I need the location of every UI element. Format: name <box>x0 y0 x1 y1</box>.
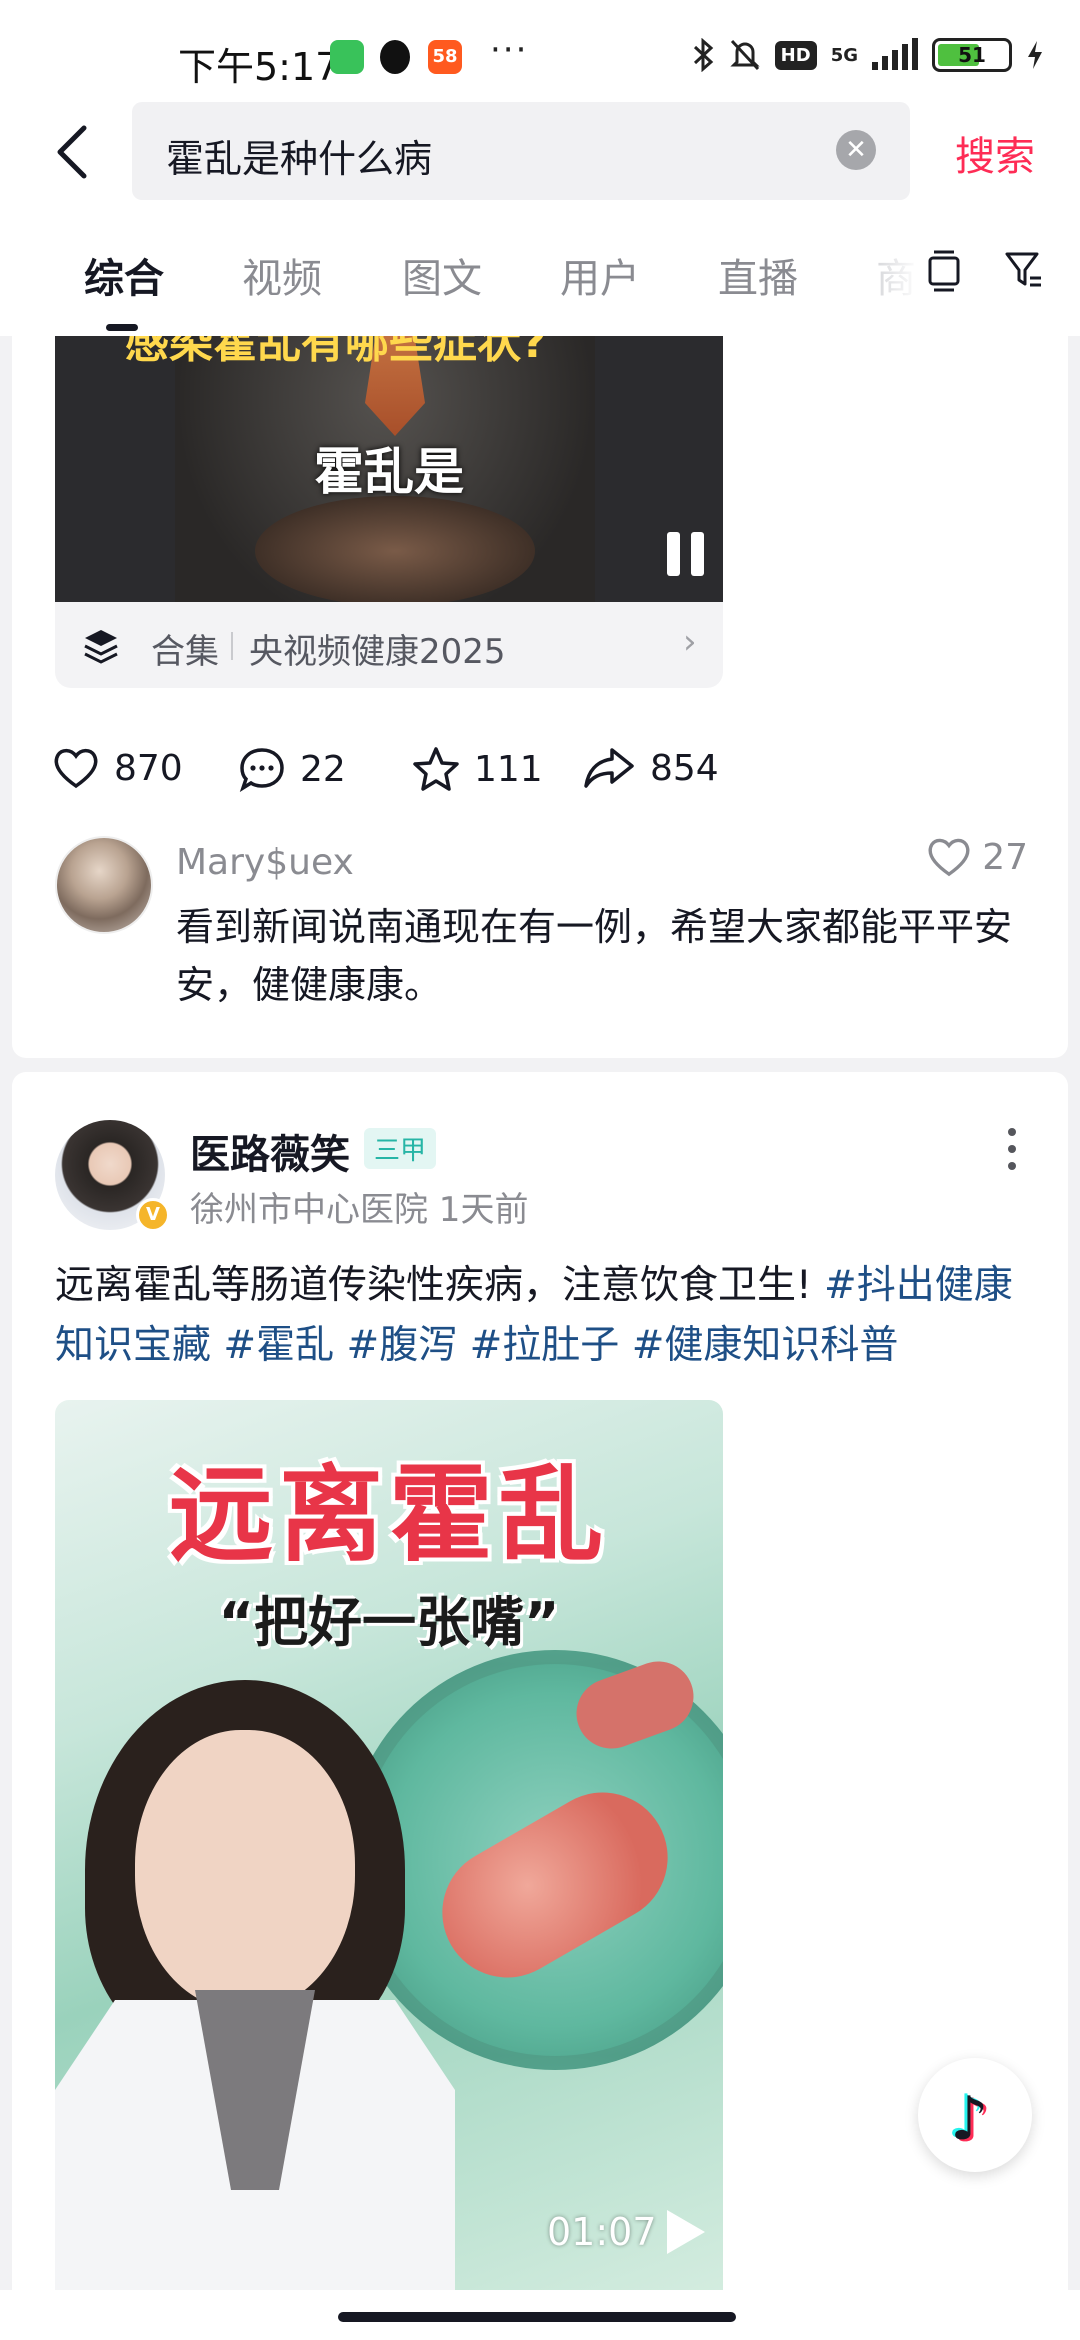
video-player[interactable]: 感染霍乱有哪些症状? 霍乱是 <box>55 336 723 602</box>
tab-comprehensive[interactable]: 综合 <box>84 246 164 304</box>
comment-like-count: 27 <box>982 836 1028 878</box>
cover-title: 远离霍乱 <box>168 1454 609 1576</box>
clear-icon[interactable]: ✕ <box>836 130 876 170</box>
pause-icon[interactable] <box>667 532 707 576</box>
post-caption: 远离霍乱等肠道传染性疾病，注意饮食卫生! #抖出健康知识宝藏 #霍乱 #腹泻 #… <box>55 1256 1035 1376</box>
filter-icon[interactable] <box>1004 248 1044 292</box>
58-app-icon: 58 <box>428 40 462 74</box>
result-card-1: 感染霍乱有哪些症状? 霍乱是 合集 央视频健康2025 › 870 22 111… <box>12 336 1068 1058</box>
collection-name: 央视频健康2025 <box>249 632 506 672</box>
avatar[interactable] <box>55 836 153 934</box>
comment-like-button[interactable]: 27 <box>926 836 1028 878</box>
star-icon <box>413 747 459 791</box>
douyin-logo-icon: ♪ <box>950 2084 989 2154</box>
douyin-float-button[interactable]: ♪ <box>918 2058 1032 2172</box>
layers-icon <box>84 630 118 664</box>
status-bar: 下午5:17 58 ··· HD 5G 51 <box>0 0 1080 100</box>
status-right-group: HD 5G 51 <box>693 38 1044 72</box>
battery-icon: 51 <box>932 38 1012 72</box>
status-more-dots: ··· <box>490 30 529 70</box>
result-tabs: 综合 视频 图文 用户 直播 商 <box>0 210 1080 336</box>
hashtag-link[interactable]: #健康知识科普 <box>632 1323 899 1368</box>
bluetooth-icon <box>693 38 713 72</box>
video-cover[interactable]: 远离霍乱 “把好一张嘴” 01:07 <box>55 1400 723 2290</box>
tab-indicator <box>106 324 138 331</box>
search-input[interactable]: 霍乱是种什么病 ✕ <box>132 102 910 200</box>
favorite-button[interactable]: 111 <box>412 746 543 792</box>
charging-icon <box>1028 41 1042 69</box>
tab-live[interactable]: 直播 <box>718 246 798 304</box>
home-indicator[interactable] <box>338 2312 736 2322</box>
share-icon <box>584 748 634 788</box>
chevron-right-icon: › <box>683 622 697 662</box>
top-comment[interactable]: Mary$uex 27 看到新闻说南通现在有一例，希望大家都能平平安安，健健康康… <box>12 836 1068 1026</box>
comment-text: 看到新闻说南通现在有一例，希望大家都能平平安安，健健康康。 <box>176 905 1013 1007</box>
video-caption: 霍乱是 <box>314 443 464 501</box>
search-button[interactable]: 搜索 <box>955 124 1035 182</box>
doctor-image <box>55 1660 475 2290</box>
tab-fade <box>860 210 920 336</box>
comment-icon <box>239 748 284 792</box>
status-time: 下午5:17 <box>178 45 340 89</box>
action-bar: 870 22 111 854 <box>12 736 1068 806</box>
more-options-icon[interactable] <box>1008 1128 1018 1179</box>
hashtag-link[interactable]: #拉肚子 <box>470 1323 620 1368</box>
comment-count: 22 <box>300 748 346 790</box>
search-query-text[interactable]: 霍乱是种什么病 <box>166 128 432 183</box>
back-icon[interactable] <box>50 122 100 182</box>
battery-level: 51 <box>958 43 986 67</box>
tab-video[interactable]: 视频 <box>242 246 322 304</box>
collection-label: 合集 <box>151 632 219 672</box>
video-duration: 01:07 <box>547 2210 657 2254</box>
result-card-2: V 医路薇笑 三甲 徐州市中心医院 1天前 远离霍乱等肠道传染性疾病，注意饮食卫… <box>12 1072 1068 2340</box>
favorite-count: 111 <box>474 748 543 790</box>
tab-users[interactable]: 用户 <box>560 246 640 304</box>
like-count: 870 <box>114 747 183 789</box>
post-text: 远离霍乱等肠道传染性疾病，注意饮食卫生! <box>55 1263 825 1308</box>
share-button[interactable]: 854 <box>582 746 719 790</box>
verified-icon: V <box>136 1198 170 1232</box>
heart-icon <box>928 838 970 877</box>
like-button[interactable]: 870 <box>52 746 183 790</box>
network-type: 5G <box>830 44 858 66</box>
heart-icon <box>54 748 98 789</box>
collection-bar[interactable]: 合集 央视频健康2025 › <box>55 602 723 688</box>
tab-image-text[interactable]: 图文 <box>402 246 482 304</box>
share-count: 854 <box>650 747 719 789</box>
hashtag-link[interactable]: #腹泻 <box>347 1323 458 1368</box>
qq-icon <box>380 40 410 74</box>
author-meta: 徐州市中心医院 1天前 <box>190 1190 529 1230</box>
search-header: 霍乱是种什么病 ✕ 搜索 <box>0 100 1080 210</box>
wechat-icon <box>330 40 364 74</box>
silent-icon <box>730 39 760 71</box>
hashtag-link[interactable]: #霍乱 <box>223 1323 334 1368</box>
gesture-bar <box>0 2290 1080 2340</box>
signal-icon <box>872 38 918 70</box>
video-banner-text: 感染霍乱有哪些症状? <box>125 336 547 368</box>
author-badge: 三甲 <box>364 1128 437 1169</box>
comment-username[interactable]: Mary$uex <box>176 842 354 883</box>
cover-subtitle: “把好一张嘴” <box>218 1591 560 1654</box>
author-name[interactable]: 医路薇笑 <box>190 1122 350 1180</box>
comment-button[interactable]: 22 <box>238 746 346 792</box>
layout-icon[interactable] <box>926 248 962 292</box>
play-icon[interactable] <box>667 2210 705 2254</box>
hd-badge: HD <box>774 40 817 70</box>
